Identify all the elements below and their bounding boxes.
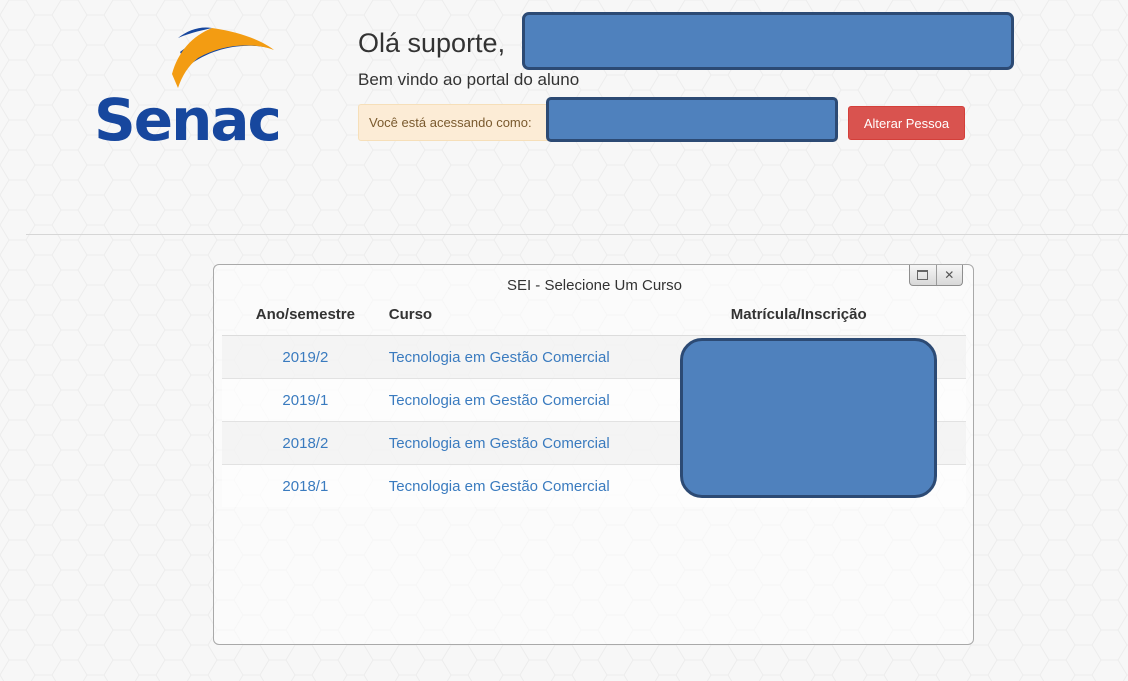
header-divider xyxy=(26,234,1128,235)
course-link[interactable]: Tecnologia em Gestão Comercial xyxy=(389,349,610,366)
maximize-icon[interactable] xyxy=(910,265,936,285)
dialog-title: SEI - Selecione Um Curso xyxy=(506,277,683,294)
period-link[interactable]: 2019/2 xyxy=(282,349,328,366)
period-link[interactable]: 2019/1 xyxy=(282,392,328,409)
access-label: Você está acessando como: xyxy=(369,115,532,130)
redacted-user-name xyxy=(522,12,1014,70)
course-link[interactable]: Tecnologia em Gestão Comercial xyxy=(389,435,610,452)
welcome-text: Bem vindo ao portal do aluno xyxy=(358,70,580,89)
period-link[interactable]: 2018/1 xyxy=(282,478,328,495)
column-header-course: Curso xyxy=(388,293,711,336)
senac-logo-text: Senac xyxy=(94,86,280,150)
senac-logo: Senac xyxy=(94,27,282,150)
redacted-person-name xyxy=(546,97,838,142)
course-link[interactable]: Tecnologia em Gestão Comercial xyxy=(389,392,610,409)
close-icon[interactable]: ✕ xyxy=(935,265,963,285)
dialog-window-controls: ✕ xyxy=(909,265,963,286)
course-link[interactable]: Tecnologia em Gestão Comercial xyxy=(389,478,610,495)
alter-person-button[interactable]: Alterar Pessoa xyxy=(848,106,965,140)
column-header-enrollment: Matrícula/Inscrição xyxy=(710,293,966,336)
column-header-period: Ano/semestre xyxy=(222,293,389,336)
table-header-row: Ano/semestre Curso Matrícula/Inscrição xyxy=(222,293,966,336)
period-link[interactable]: 2018/2 xyxy=(282,435,328,452)
redacted-enrollment-numbers xyxy=(680,338,937,498)
greeting-title: Olá suporte, xyxy=(358,28,506,58)
